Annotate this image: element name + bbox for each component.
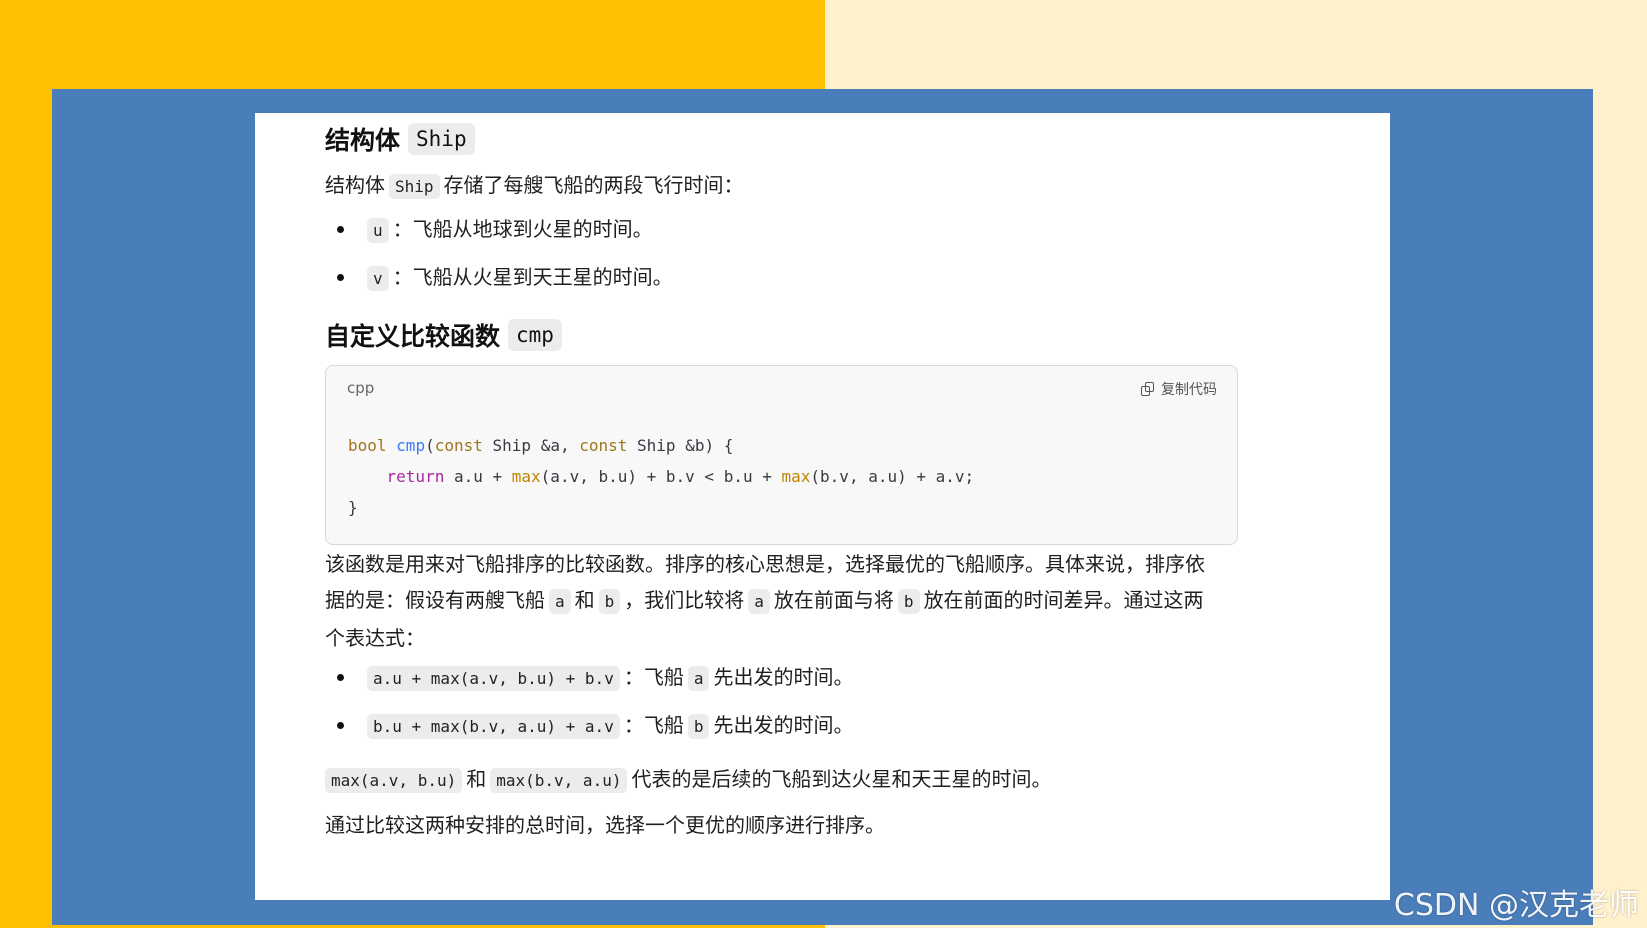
inline-code: v <box>367 266 389 291</box>
conclusion: 通过比较这两种安排的总时间，选择一个更优的顺序进行排序。 <box>325 813 885 837</box>
inline-code: a.u + max(a.v, b.u) + b.v <box>367 666 620 691</box>
explanation-line-1: 该函数是用来对飞船排序的比较函数。排序的核心思想是，选择最优的飞船顺序。具体来说… <box>325 552 1205 576</box>
list-item: u ：飞船从地球到火星的时间。 <box>325 206 1225 254</box>
max-explanation: max(a.v, b.u) 和 max(b.v, a.u) 代表的是后续的飞船到达火星… <box>325 761 1051 799</box>
list-item: v ：飞船从火星到天王星的时间。 <box>325 254 1225 302</box>
inline-code: b.u + max(b.v, a.u) + a.v <box>367 714 620 739</box>
section-heading-cmp: 自定义比较函数 cmp <box>325 317 562 353</box>
ship-intro: 结构体 Ship 存储了每艘飞船的两段飞行时间： <box>325 173 744 199</box>
heading-inline-code: Ship <box>408 123 475 155</box>
code-block: cpp 复制代码 bool cmp(const Ship &a, const S… <box>325 365 1238 545</box>
code-content: bool cmp(const Ship &a, const Ship &b) {… <box>348 436 975 517</box>
explanation-line-3: 个表达式： <box>325 626 425 650</box>
inline-code: b <box>687 714 710 739</box>
explanation: 该函数是用来对飞船排序的比较函数。排序的核心思想是，选择最优的飞船顺序。具体来说… <box>325 546 1225 656</box>
expressions-list: a.u + max(a.v, b.u) + b.v ：飞船 a 先出发的时间。 b.u… <box>325 654 1225 750</box>
inline-code: Ship <box>389 174 440 199</box>
explanation-line-2: 据的是：假设有两艘飞船 a 和 b ，我们比较将 a 放在前面与将 b 放在前面的时间差异。通过… <box>325 588 1204 614</box>
inline-code: max(a.v, b.u) <box>325 768 463 793</box>
inline-code: max(b.v, a.u) <box>490 768 628 793</box>
inline-code: a <box>748 589 770 614</box>
content-panel: 结构体 Ship 结构体 Ship 存储了每艘飞船的两段飞行时间： u ：飞船从地球到… <box>255 113 1390 900</box>
copy-code-button[interactable]: 复制代码 <box>1141 379 1217 399</box>
inline-code: b <box>598 589 621 614</box>
csdn-watermark: CSDN @汉克老师 <box>1393 888 1639 923</box>
copy-icon <box>1141 382 1155 396</box>
inline-code: b <box>897 589 920 614</box>
ship-fields-list: u ：飞船从地球到火星的时间。 v ：飞船从火星到天王星的时间。 <box>325 206 1225 302</box>
code-language: cpp <box>347 379 375 397</box>
list-item: b.u + max(b.v, a.u) + a.v ：飞船 b 先出发的时间。 <box>325 702 1225 750</box>
list-item: a.u + max(a.v, b.u) + b.v ：飞船 a 先出发的时间。 <box>325 654 1225 702</box>
inline-code: a <box>549 589 571 614</box>
inline-code: u <box>367 218 389 243</box>
inline-code: a <box>687 666 710 691</box>
section-heading-ship: 结构体 Ship <box>325 121 475 157</box>
heading-inline-code: cmp <box>508 319 562 351</box>
